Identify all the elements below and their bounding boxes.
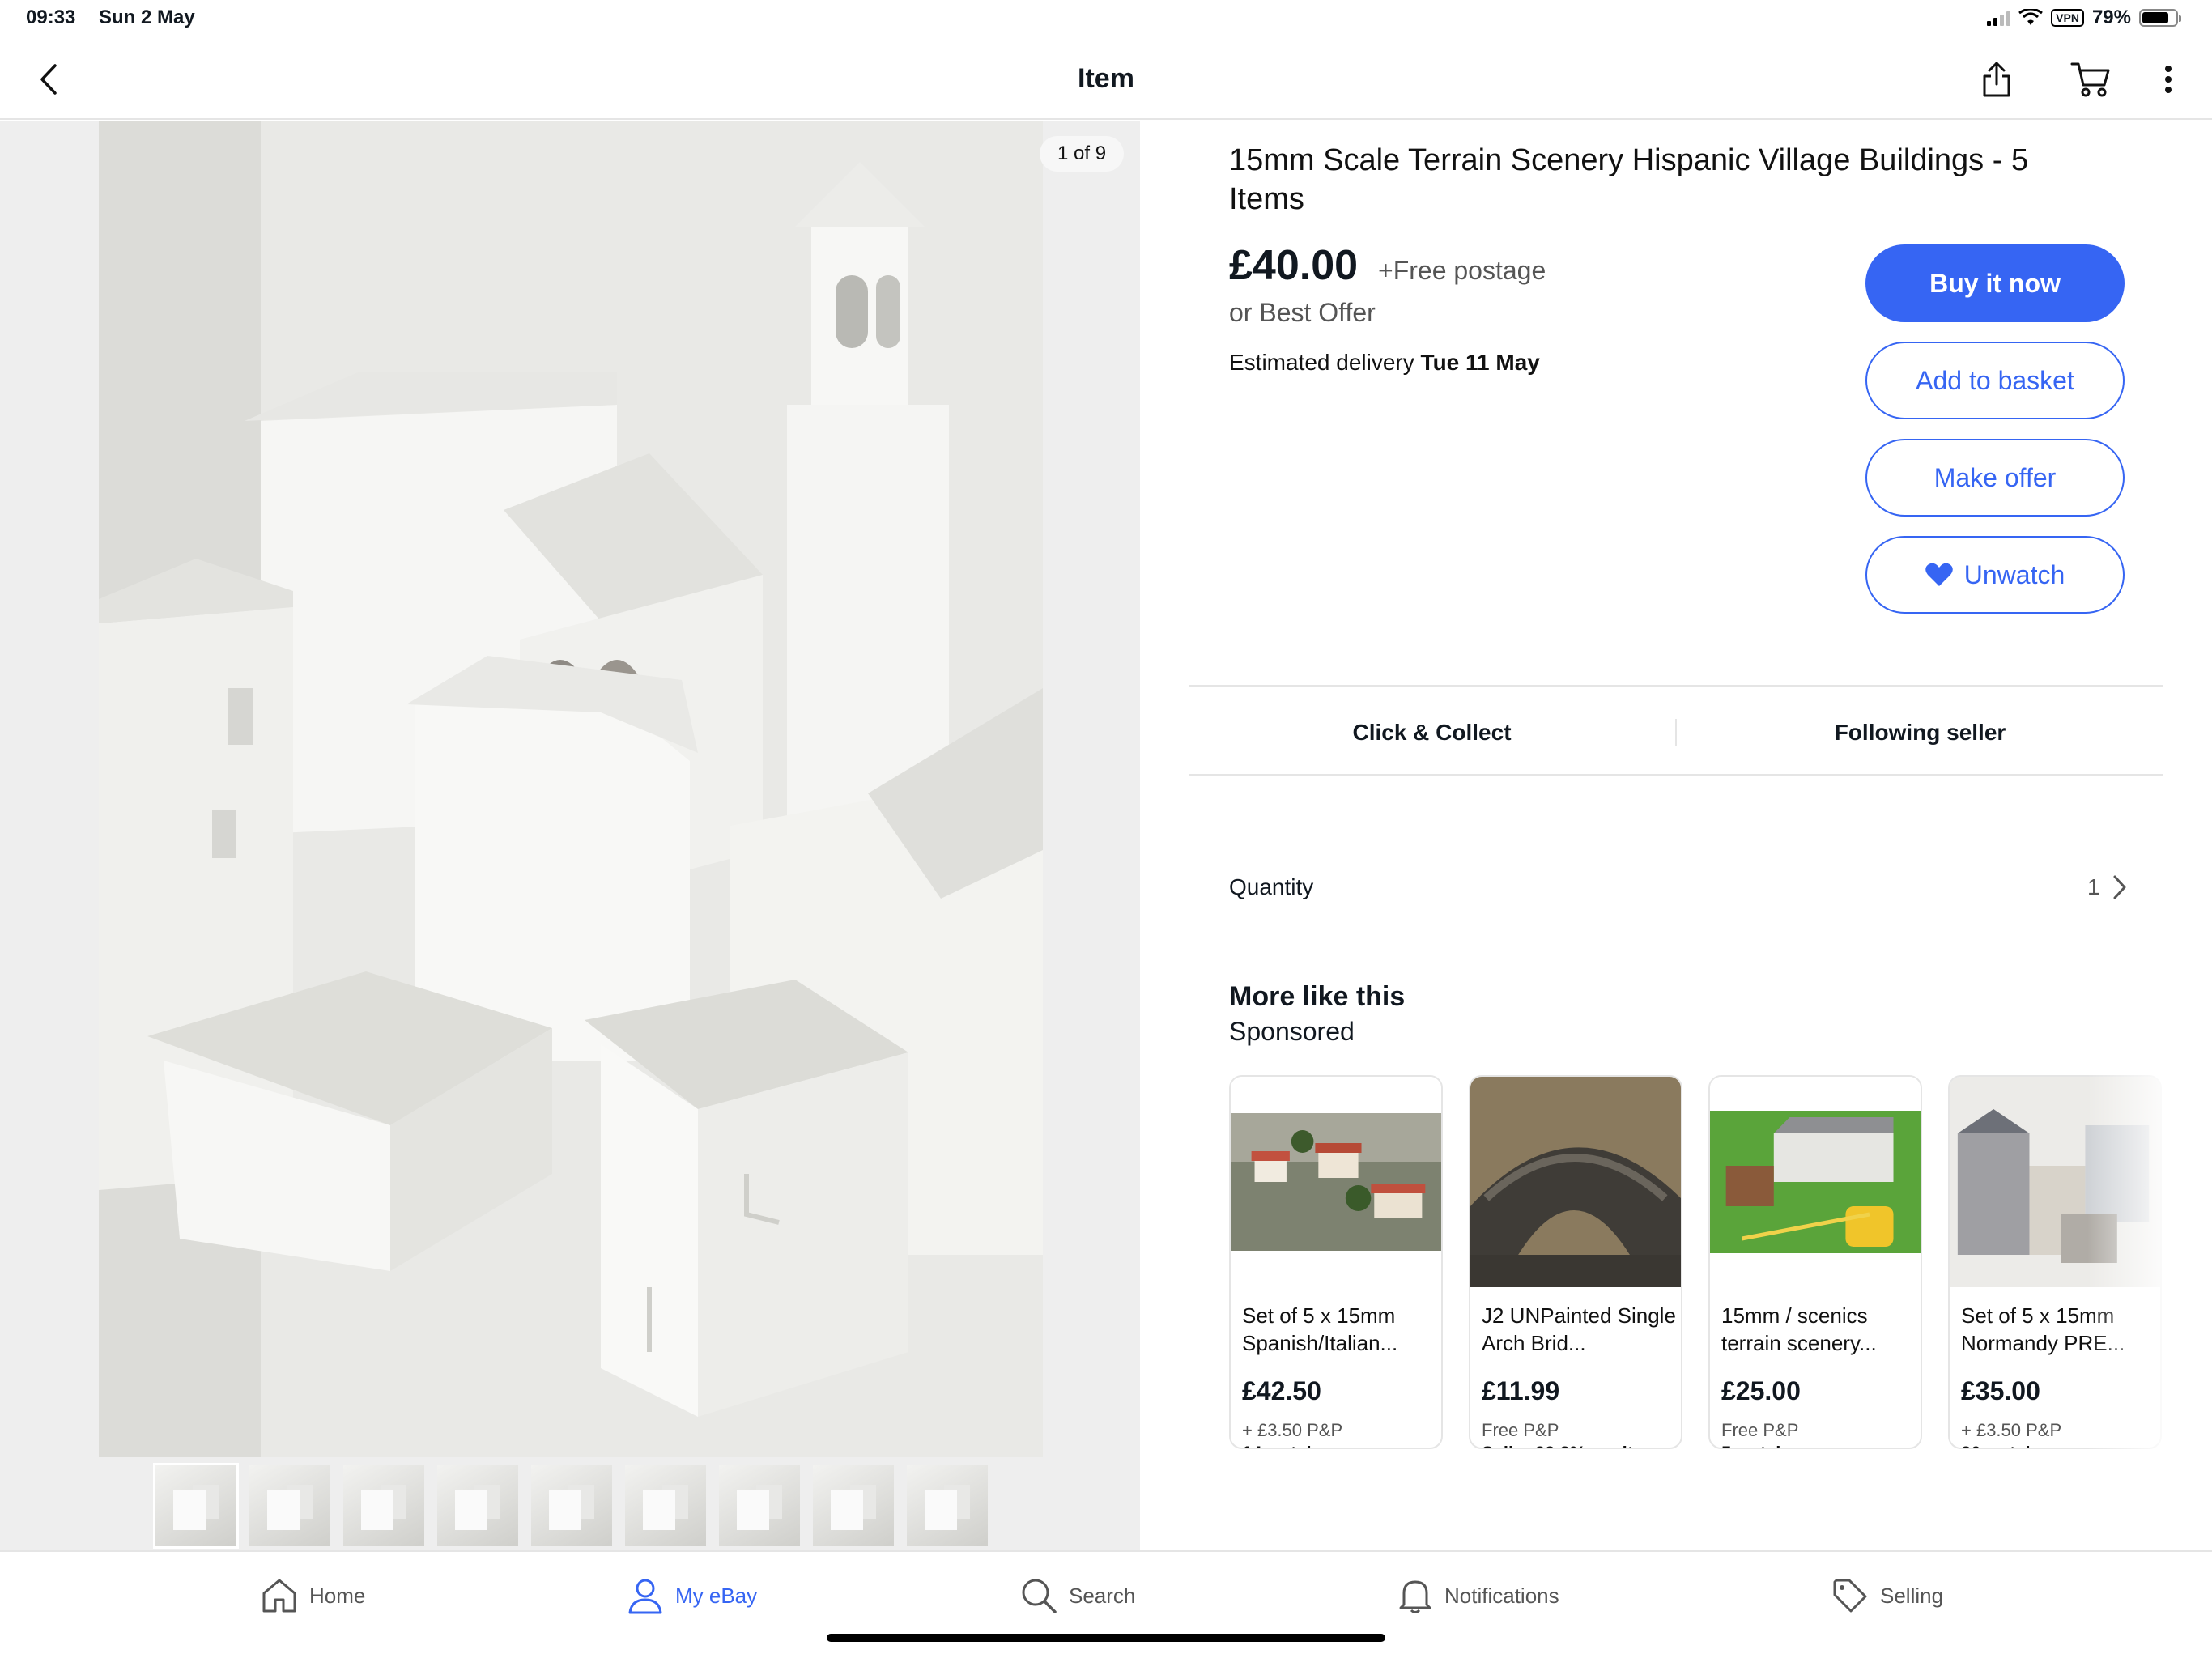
unwatch-button[interactable]: Unwatch — [1865, 536, 2125, 614]
sponsored-label: Sponsored — [1229, 1017, 1355, 1046]
home-indicator[interactable] — [827, 1634, 1385, 1642]
vpn-badge: VPN — [2051, 9, 2084, 27]
item-details: 15mm Scale Terrain Scenery Hispanic Vill… — [1140, 121, 2212, 1550]
product-card-title: J2 UNPainted Single Arch Brid... — [1482, 1303, 1676, 1355]
heart-icon — [1925, 563, 1953, 586]
page-title: Item — [1078, 63, 1134, 94]
user-icon — [628, 1579, 662, 1614]
status-date: Sun 2 May — [99, 6, 195, 28]
tab-notifications-label: Notifications — [1444, 1583, 1559, 1608]
more-vertical-icon — [2165, 66, 2172, 93]
status-indicators: VPN 79% — [1987, 6, 2181, 29]
product-card-price: £35.00 — [1961, 1376, 2040, 1405]
tag-icon — [1833, 1579, 1867, 1613]
item-price: £40.00 — [1229, 242, 1359, 289]
thumbnail[interactable] — [625, 1465, 706, 1546]
product-card-price: £25.00 — [1721, 1376, 1801, 1405]
product-card-price: £11.99 — [1482, 1376, 1560, 1405]
product-card-title: 15mm / scenics terrain scenery... — [1721, 1303, 1877, 1355]
cart-button[interactable] — [2068, 58, 2113, 100]
product-card[interactable]: Set of 5 x 15mm Normandy PRE... £35.00 +… — [1948, 1075, 2162, 1449]
product-card-image — [1231, 1077, 1441, 1287]
product-card-watchers: 14 watchers — [1242, 1443, 1344, 1448]
thumbnail[interactable] — [813, 1465, 894, 1546]
bell-icon — [1399, 1580, 1431, 1613]
share-button[interactable] — [1974, 58, 2019, 100]
status-bar: 09:33 Sun 2 May VPN 79% — [0, 0, 2212, 39]
more-button[interactable] — [2146, 58, 2191, 100]
status-time: 09:33 — [26, 6, 76, 28]
product-card-shipping: + £3.50 P&P — [1242, 1420, 1343, 1440]
tab-bar: Home My eBay Search Notifications Sellin… — [0, 1550, 2212, 1658]
more-like-this-heading: More like this — [1229, 981, 1406, 1012]
following-seller-link[interactable]: Following seller — [1677, 720, 2163, 746]
search-icon — [1022, 1579, 1057, 1613]
delivery-label: Estimated delivery — [1229, 350, 1414, 375]
click-collect-link[interactable]: Click & Collect — [1189, 720, 1675, 746]
tab-home-label: Home — [309, 1583, 366, 1608]
product-card-watchers: 5 watchers — [1721, 1443, 1814, 1448]
buy-it-now-button[interactable]: Buy it now — [1865, 244, 2125, 322]
divider — [1189, 685, 2163, 687]
product-card-seller: Seller 99.3% posit... — [1482, 1443, 1648, 1448]
product-card-shipping: Free P&P — [1721, 1420, 1799, 1440]
product-card[interactable]: Set of 5 x 15mm Spanish/Italian... £42.5… — [1229, 1075, 1443, 1449]
tab-search[interactable]: Search — [1020, 1571, 1135, 1620]
tab-search-label: Search — [1069, 1583, 1136, 1608]
product-card-title: Set of 5 x 15mm Normandy PRE... — [1961, 1303, 2125, 1355]
product-card[interactable]: J2 UNPainted Single Arch Brid... £11.99 … — [1469, 1075, 1682, 1449]
divider — [1189, 774, 2163, 776]
product-card-shipping: Free P&P — [1482, 1420, 1559, 1440]
unwatch-label: Unwatch — [1963, 559, 2065, 589]
quantity-label: Quantity — [1229, 874, 1314, 899]
chevron-right-icon[interactable] — [2112, 874, 2128, 900]
tab-selling[interactable]: Selling — [1831, 1571, 1943, 1620]
thumbnail[interactable] — [343, 1465, 424, 1546]
thumbnail[interactable] — [719, 1465, 800, 1546]
seller-row: Click & Collect Following seller — [1189, 688, 2163, 777]
product-card-image — [1950, 1077, 2160, 1287]
cart-icon — [2070, 62, 2110, 97]
delivery-date: Tue 11 May — [1420, 350, 1540, 375]
tab-my-ebay-label: My eBay — [675, 1583, 758, 1608]
tab-notifications[interactable]: Notifications — [1397, 1571, 1559, 1620]
product-card-image — [1470, 1077, 1681, 1287]
image-gallery: 1 of 9 — [0, 121, 1140, 1550]
tab-my-ebay[interactable]: My eBay — [627, 1571, 757, 1620]
navbar: Item — [0, 39, 2212, 120]
tab-home[interactable]: Home — [261, 1571, 365, 1620]
tab-selling-label: Selling — [1880, 1583, 1944, 1608]
wifi-icon — [2018, 9, 2044, 25]
photo-counter: 1 of 9 — [1040, 136, 1125, 172]
thumbnail[interactable] — [153, 1463, 239, 1549]
postage-info: +Free postage — [1378, 256, 1546, 285]
make-offer-button[interactable]: Make offer — [1865, 439, 2125, 517]
product-card-title: Set of 5 x 15mm Spanish/Italian... — [1242, 1303, 1398, 1355]
thumbnail-strip — [153, 1463, 988, 1549]
signal-icon — [1987, 10, 2011, 26]
thumbnail[interactable] — [907, 1465, 988, 1546]
product-card[interactable]: 15mm / scenics terrain scenery... £25.00… — [1708, 1075, 1922, 1449]
battery-percent: 79% — [2091, 6, 2131, 28]
product-card-watchers: 20 watchers — [1961, 1443, 2063, 1448]
recommendation-carousel: Set of 5 x 15mm Spanish/Italian... £42.5… — [1229, 1075, 2168, 1456]
product-card-price: £42.50 — [1242, 1376, 1321, 1405]
village-buildings-image — [99, 121, 1043, 1457]
estimated-delivery: Estimated delivery Tue 11 May — [1229, 350, 1540, 376]
product-card-image — [1710, 1077, 1921, 1287]
battery-icon — [2139, 9, 2181, 27]
home-icon — [262, 1579, 296, 1613]
add-to-basket-button[interactable]: Add to basket — [1865, 342, 2125, 419]
best-offer-text: or Best Offer — [1229, 298, 1376, 327]
item-title: 15mm Scale Terrain Scenery Hispanic Vill… — [1229, 143, 2029, 216]
main-product-photo[interactable] — [99, 121, 1043, 1457]
thumbnail[interactable] — [437, 1465, 518, 1546]
thumbnail[interactable] — [531, 1465, 612, 1546]
share-icon — [1983, 62, 2010, 97]
thumbnail[interactable] — [249, 1465, 330, 1546]
quantity-value[interactable]: 1 — [2087, 874, 2100, 900]
product-card-shipping: + £3.50 P&P — [1961, 1420, 2062, 1440]
